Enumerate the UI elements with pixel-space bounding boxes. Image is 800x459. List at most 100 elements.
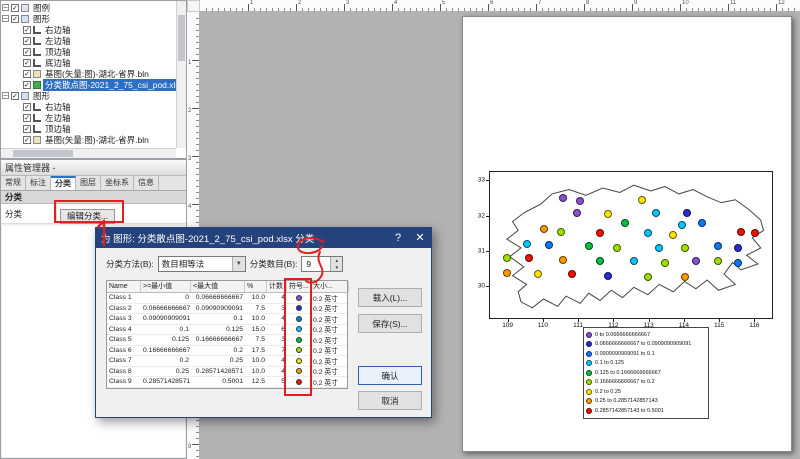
ruler-tick	[196, 456, 199, 457]
checkbox[interactable]: ✓	[23, 81, 31, 89]
spin-down-icon[interactable]: ▼	[331, 264, 342, 271]
column-header[interactable]: Name	[107, 281, 141, 292]
table-row[interactable]: Class 30.090909090910.110.040.2 英寸	[107, 314, 347, 325]
table-row[interactable]: Class 40.10.12515.060.2 英寸	[107, 325, 347, 336]
tree-item[interactable]: ✓右边轴	[1, 24, 176, 35]
table-row[interactable]: Class 50.1250.166666666677.530.2 英寸	[107, 335, 347, 346]
column-header[interactable]: <最大值	[191, 281, 245, 292]
tree-item[interactable]: ✓基图(矢量:图)-湖北-省界.bln	[1, 134, 176, 145]
min-value-cell: 0.28571428571	[141, 378, 191, 385]
checkbox[interactable]: ✓	[23, 136, 31, 144]
ruler-tick	[230, 8, 231, 11]
classification-row-label: 分类	[1, 204, 57, 223]
tree-item-label: 分类散点图-2021_2_75_csi_pod.xlsx	[43, 79, 176, 91]
table-row[interactable]: Class 70.20.2510.040.2 英寸	[107, 356, 347, 367]
tree-item[interactable]: −✓图形	[1, 90, 176, 101]
ruler-tick	[584, 4, 585, 11]
expander-icon[interactable]: −	[2, 15, 9, 22]
symbol-cell	[287, 295, 311, 301]
expander-icon[interactable]: −	[2, 92, 9, 99]
ruler-tick	[272, 8, 273, 11]
tree-vertical-scrollbar[interactable]	[176, 1, 186, 148]
spin-up-icon[interactable]: ▲	[331, 257, 342, 264]
table-row[interactable]: Class 60.166666666670.217.570.2 英寸	[107, 346, 347, 357]
tab-图层[interactable]: 图层	[76, 176, 101, 190]
table-row[interactable]: Class 20.066666666670.090909090917.530.2…	[107, 304, 347, 315]
tree-item[interactable]: ✓左边轴	[1, 35, 176, 46]
percent-cell: 12.5	[245, 378, 267, 385]
scrollbar-thumb[interactable]	[13, 150, 73, 157]
column-header[interactable]: 符号...	[287, 281, 311, 292]
tree-item[interactable]: ✓ 分类散点图-2021_2_75_csi_pod.xlsx	[1, 79, 176, 90]
ruler-tick	[404, 8, 405, 11]
tree-item[interactable]: ✓顶边轴	[1, 46, 176, 57]
checkbox[interactable]: ✓	[11, 4, 19, 12]
table-row[interactable]: Class 90.285714285710.500112.550.2 英寸	[107, 377, 347, 388]
column-header[interactable]: 计数	[267, 281, 287, 292]
ruler-tick	[196, 72, 199, 73]
checkbox[interactable]: ✓	[11, 15, 19, 23]
cancel-button[interactable]: 取消	[358, 391, 422, 410]
ok-button[interactable]: 确认	[358, 366, 422, 385]
checkbox[interactable]: ✓	[23, 26, 31, 34]
close-icon[interactable]: ✕	[409, 228, 431, 248]
tree-item[interactable]: ✓右边轴	[1, 101, 176, 112]
ruler-tick	[452, 8, 453, 11]
tab-标注[interactable]: 标注	[26, 176, 51, 190]
dialog-titlebar[interactable]: 为 图形: 分类散点图-2021_2_75_csi_pod.xlsx 分类 ? …	[96, 228, 431, 248]
tree-item[interactable]: −✓图例	[1, 2, 176, 13]
ruler-tick	[374, 8, 375, 11]
ruler-tick	[196, 30, 199, 31]
tree-item[interactable]: ✓底边轴	[1, 57, 176, 68]
checkbox[interactable]: ✓	[23, 70, 31, 78]
checkbox[interactable]: ✓	[11, 92, 19, 100]
ruler-tick	[698, 8, 699, 11]
checkbox[interactable]: ✓	[23, 103, 31, 111]
method-dropdown[interactable]: 数目相等法 ▼	[158, 256, 246, 272]
ruler-tick	[518, 8, 519, 11]
scatter-point	[669, 231, 677, 239]
column-header[interactable]: >=最小值	[141, 281, 191, 292]
checkbox[interactable]: ✓	[23, 37, 31, 45]
scatter-point	[683, 209, 691, 217]
ruler-tick	[196, 36, 199, 37]
tree-item[interactable]: ✓左边轴	[1, 112, 176, 123]
class-count-spinner[interactable]: 9 ▲▼	[301, 256, 343, 272]
checkbox[interactable]: ✓	[23, 48, 31, 56]
page[interactable]: 109110111112113114115116 33323130 0 to 0…	[462, 16, 792, 452]
checkbox[interactable]: ✓	[23, 59, 31, 67]
scrollbar-thumb[interactable]	[178, 15, 185, 61]
column-header[interactable]: %	[245, 281, 267, 292]
save-button[interactable]: 保存(S)...	[358, 314, 422, 333]
tab-信息[interactable]: 信息	[134, 176, 159, 190]
expander-icon[interactable]: −	[2, 4, 9, 11]
load-button[interactable]: 载入(L)...	[358, 288, 422, 307]
class-table-header: Name>=最小值<最大值%计数符号...大小...	[107, 281, 347, 293]
ruler-tick	[632, 4, 633, 11]
axis-icon	[33, 59, 41, 67]
table-row[interactable]: Class 100.0666666666710.040.2 英寸	[107, 293, 347, 304]
tree-item[interactable]: ✓基图(矢量:图)-湖北-省界.bln	[1, 68, 176, 79]
tree-item[interactable]: −✓图形	[1, 13, 176, 24]
tree-item[interactable]: ✓顶边轴	[1, 123, 176, 134]
ruler-tick	[266, 8, 267, 11]
column-header[interactable]: 大小...	[311, 281, 349, 292]
y-tick-label: 32	[478, 212, 485, 219]
tab-分类[interactable]: 分类	[51, 176, 76, 190]
count-cell: 3	[267, 305, 287, 312]
tree-horizontal-scrollbar[interactable]	[1, 148, 176, 158]
y-tick-label: 31	[478, 247, 485, 254]
tab-坐标系[interactable]: 坐标系	[101, 176, 134, 190]
ruler-tick	[650, 8, 651, 11]
checkbox[interactable]: ✓	[23, 114, 31, 122]
scatter-point	[692, 257, 700, 265]
indent-spacer	[14, 70, 21, 77]
checkbox[interactable]: ✓	[23, 125, 31, 133]
ruler-tick	[196, 162, 199, 163]
help-icon[interactable]: ?	[387, 228, 409, 248]
legend-entry: 0.2857142857143 to 0.5001	[586, 406, 706, 416]
tab-常规[interactable]: 常规	[1, 176, 26, 190]
ruler-tick	[302, 8, 303, 11]
table-row[interactable]: Class 80.250.2857142857110.040.2 英寸	[107, 367, 347, 378]
edit-classification-button[interactable]: 编辑分类...	[60, 209, 115, 224]
